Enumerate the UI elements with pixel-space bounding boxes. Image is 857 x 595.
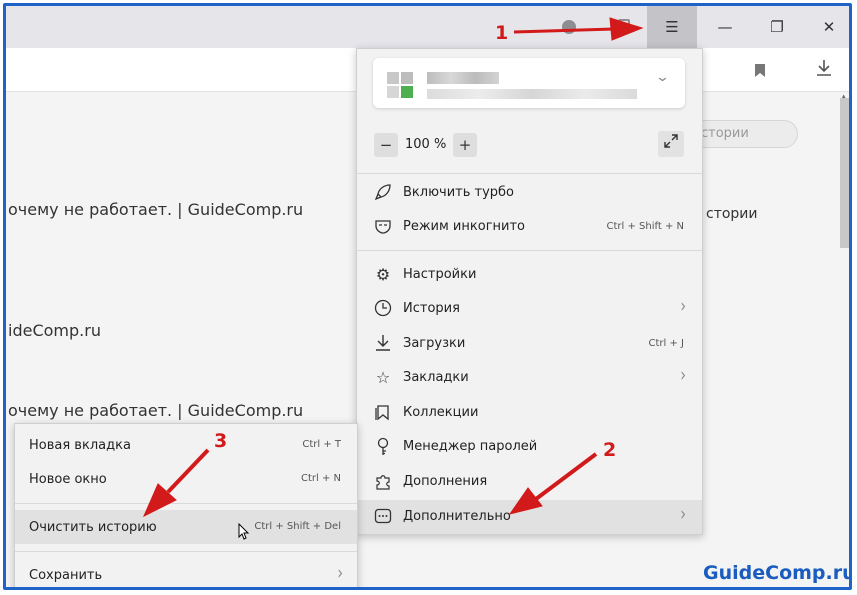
menu-item-label: Закладки — [403, 370, 469, 385]
menu-item-settings[interactable]: ⚙ Настройки — [357, 258, 702, 292]
rocket-icon — [373, 183, 393, 203]
menu-item-history[interactable]: История › — [357, 292, 702, 326]
menu-item-more[interactable]: Дополнительно › — [357, 500, 702, 534]
submenu-item-new-window[interactable]: Новое окно Ctrl + N — [15, 462, 357, 496]
close-button[interactable]: ✕ — [803, 6, 849, 48]
chevron-down-icon[interactable]: ⌄ — [655, 70, 670, 85]
collections-icon — [373, 403, 393, 423]
maximize-button[interactable]: ❐ — [751, 6, 803, 48]
separator — [357, 250, 702, 251]
menu-item-incognito[interactable]: Режим инкогнито Ctrl + Shift + N — [357, 210, 702, 244]
watermark: GuideComp.ru — [703, 562, 852, 584]
browser-window: ☰ — ❐ ✕ очему не работает. | GuideComp.r… — [3, 3, 852, 590]
download-icon[interactable] — [816, 59, 832, 82]
annotation-number-3: 3 — [214, 430, 228, 452]
more-icon — [373, 507, 393, 527]
submenu-item-label: Сохранить — [29, 568, 103, 583]
chevron-right-icon: › — [680, 365, 686, 387]
minimize-button[interactable]: — — [699, 6, 751, 48]
shortcut-hint: Ctrl + N — [300, 473, 341, 484]
shortcut-hint: Ctrl + J — [648, 338, 684, 349]
history-entry[interactable]: ideComp.ru — [8, 321, 101, 340]
mouse-cursor-icon — [238, 523, 250, 540]
minimize-icon: — — [717, 18, 733, 36]
shortcut-hint: Ctrl + Shift + N — [606, 221, 684, 232]
submenu-item-label: Новое окно — [29, 472, 107, 487]
history-entry[interactable]: очему не работает. | GuideComp.ru — [8, 401, 303, 420]
menu-item-label: Дополнения — [403, 474, 488, 489]
chevron-right-icon: › — [680, 296, 686, 318]
gear-icon: ⚙ — [375, 265, 391, 284]
profile-email-blurred — [427, 89, 637, 99]
bookmark-icon[interactable] — [754, 63, 766, 82]
separator — [357, 173, 702, 174]
menu-item-label: История — [403, 301, 460, 316]
separator — [15, 551, 357, 552]
annotation-number-1: 1 — [495, 22, 509, 44]
fullscreen-icon — [664, 134, 678, 148]
clear-history-link[interactable]: стории — [706, 206, 758, 222]
menu-item-label: Дополнительно — [403, 509, 511, 524]
title-bar: ☰ — ❐ ✕ — [6, 6, 849, 48]
submenu-item-label: Очистить историю — [29, 520, 157, 535]
shortcut-hint: Ctrl + T — [302, 439, 341, 450]
more-submenu: Новая вкладка Ctrl + T Новое окно Ctrl +… — [14, 423, 358, 587]
fullscreen-button[interactable] — [658, 131, 684, 157]
menu-button[interactable]: ☰ — [647, 6, 697, 48]
puzzle-icon — [373, 472, 393, 492]
main-menu: ⌄ − 100 % + Включить турбо Режим инкогни… — [356, 48, 703, 535]
submenu-item-label: Новая вкладка — [29, 438, 131, 453]
close-icon: ✕ — [822, 18, 836, 36]
submenu-item-save[interactable]: Сохранить › — [15, 558, 357, 587]
menu-item-bookmarks[interactable]: ☆ Закладки › — [357, 361, 702, 395]
scrollbar[interactable] — [840, 98, 849, 248]
hamburger-icon: ☰ — [665, 18, 679, 36]
zoom-out-button[interactable]: − — [374, 133, 398, 157]
menu-item-passwords[interactable]: Менеджер паролей — [357, 430, 702, 464]
menu-item-downloads[interactable]: Загрузки Ctrl + J — [357, 327, 702, 361]
menu-item-collections[interactable]: Коллекции — [357, 396, 702, 430]
extension-icon[interactable] — [562, 20, 576, 34]
zoom-level: 100 % — [405, 137, 447, 152]
menu-item-turbo[interactable]: Включить турбо — [357, 176, 702, 210]
profile-card[interactable]: ⌄ — [373, 58, 685, 108]
separator — [15, 503, 357, 504]
chevron-right-icon: › — [337, 563, 343, 585]
menu-item-label: Коллекции — [403, 405, 479, 420]
annotation-number-2: 2 — [603, 439, 617, 461]
menu-item-label: Загрузки — [403, 336, 466, 351]
menu-item-label: Настройки — [403, 267, 477, 282]
menu-item-label: Включить турбо — [403, 185, 515, 200]
submenu-item-new-tab[interactable]: Новая вкладка Ctrl + T — [15, 428, 357, 462]
extension-icon-2[interactable] — [618, 19, 630, 34]
download-icon — [373, 334, 393, 354]
menu-item-extensions[interactable]: Дополнения — [357, 465, 702, 499]
menu-item-label: Менеджер паролей — [403, 439, 538, 454]
key-icon — [373, 437, 393, 457]
history-entry[interactable]: очему не работает. | GuideComp.ru — [8, 200, 303, 219]
shortcut-hint: Ctrl + Shift + Del — [254, 521, 341, 532]
zoom-controls: − 100 % + — [357, 129, 702, 161]
mask-icon — [373, 217, 393, 237]
chevron-right-icon: › — [680, 504, 686, 526]
star-icon: ☆ — [375, 368, 391, 387]
menu-item-label: Режим инкогнито — [403, 219, 525, 234]
zoom-in-button[interactable]: + — [453, 133, 477, 157]
submenu-item-clear-history[interactable]: Очистить историю Ctrl + Shift + Del — [15, 510, 357, 544]
avatar — [387, 72, 417, 100]
clock-icon — [373, 299, 393, 319]
profile-name-blurred — [427, 72, 499, 84]
maximize-icon: ❐ — [770, 18, 784, 36]
